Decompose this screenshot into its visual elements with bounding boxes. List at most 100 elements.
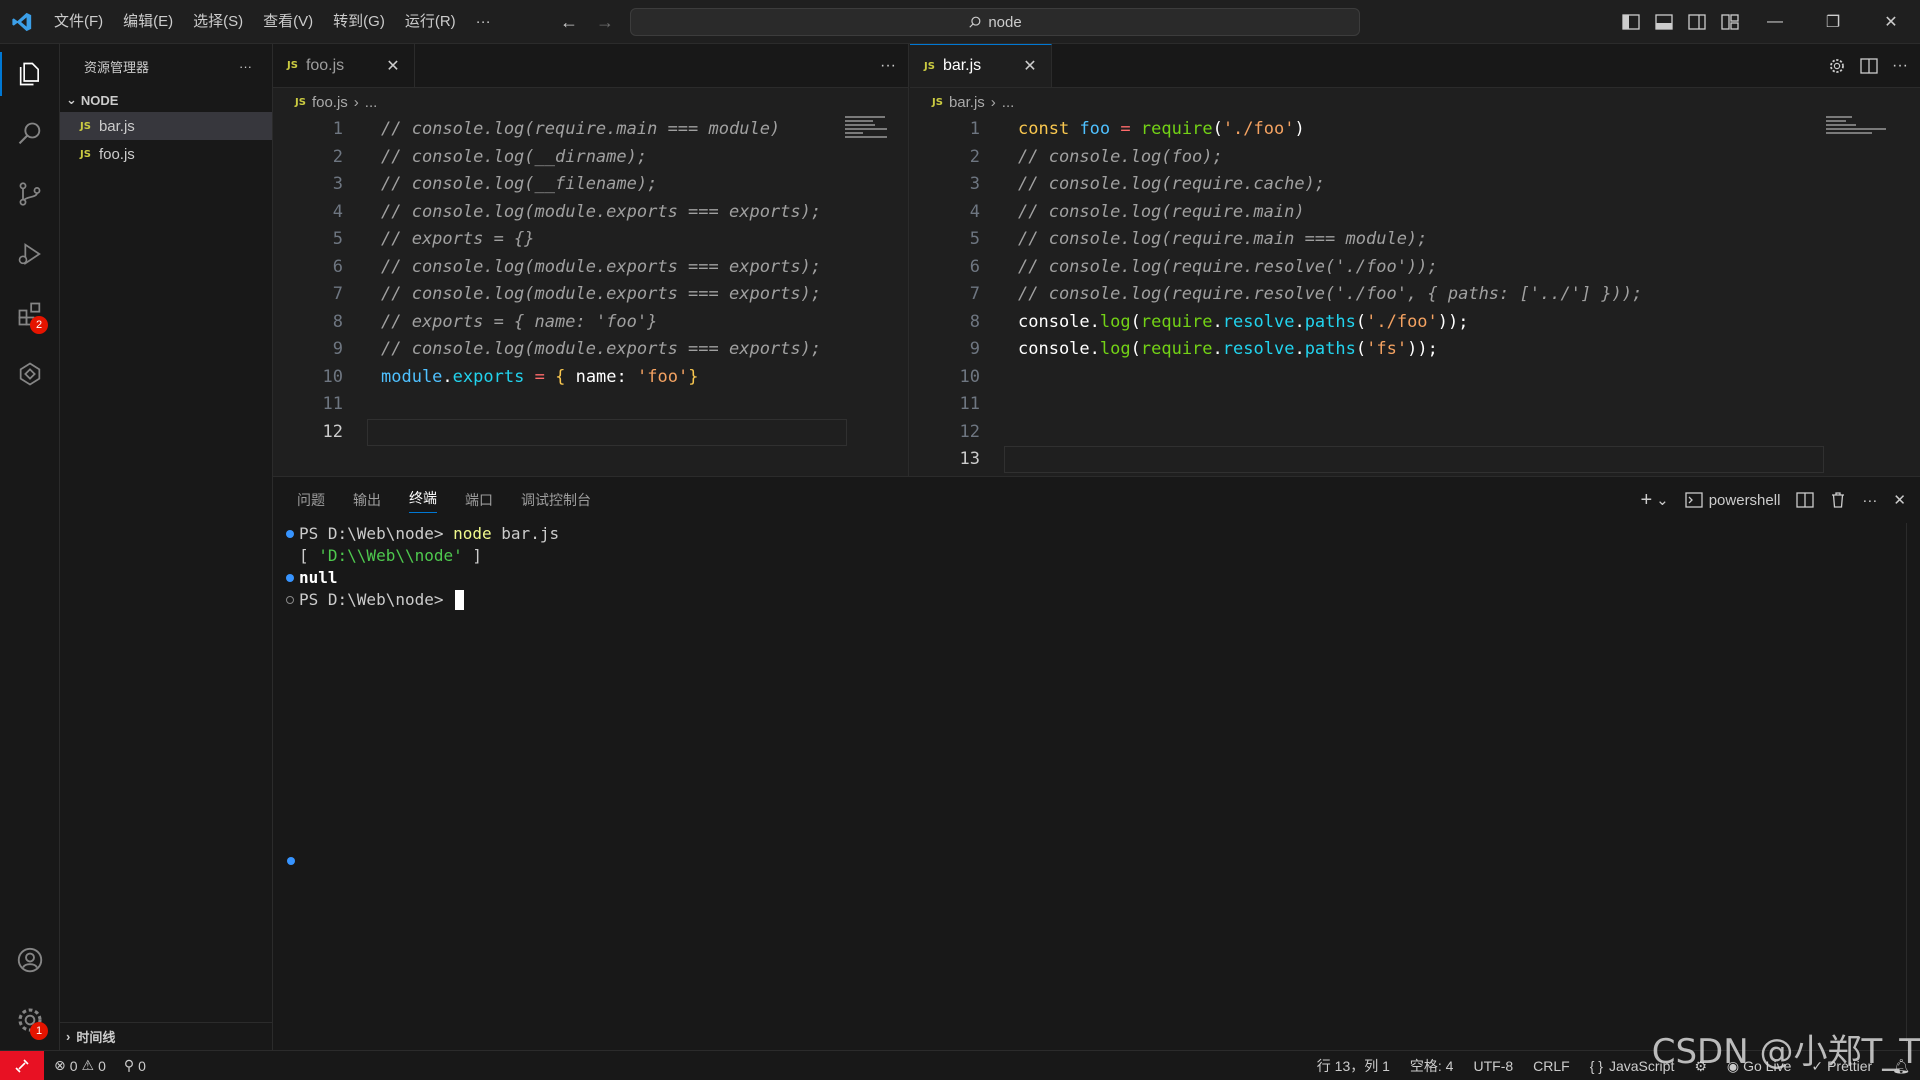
breadcrumb-more[interactable]: ...	[1002, 94, 1015, 111]
settings-gear-icon[interactable]	[1828, 57, 1846, 75]
tab-ports[interactable]: 端口	[465, 490, 493, 510]
minimize-icon[interactable]: —	[1746, 0, 1804, 44]
new-terminal-plus-icon[interactable]: +	[1640, 489, 1652, 512]
code-text: // console.log(module.exports === export…	[381, 201, 822, 222]
sidebar-more-icon[interactable]: ···	[239, 59, 252, 74]
code-line[interactable]: 8 console.log(require.resolve.paths('./fo…	[910, 309, 1920, 337]
more-actions-icon[interactable]: ···	[1862, 492, 1877, 509]
search-icon[interactable]	[0, 104, 60, 164]
menu-more[interactable]: ···	[466, 0, 501, 44]
close-tab-icon[interactable]: ✕	[386, 56, 399, 76]
customize-layout-icon[interactable]	[1713, 0, 1746, 44]
menu-edit[interactable]: 编辑(E)	[113, 0, 183, 44]
close-panel-icon[interactable]: ✕	[1893, 491, 1906, 509]
code-line[interactable]: 4 // console.log(require.main)	[910, 199, 1920, 227]
manage-gear-icon[interactable]: 1	[0, 990, 60, 1050]
remote-explorer-icon[interactable]	[0, 344, 60, 404]
code-text: // console.log(foo);	[1018, 146, 1223, 167]
ports-indicator[interactable]: ⚲ 0	[124, 1057, 146, 1074]
more-actions-icon[interactable]: ···	[1892, 57, 1908, 75]
tab-label: foo.js	[305, 56, 345, 74]
minimap-left[interactable]	[845, 116, 893, 146]
line-number: 6	[332, 256, 343, 277]
indentation[interactable]: 空格: 4	[1410, 1056, 1454, 1076]
split-editor-icon[interactable]	[1860, 58, 1878, 74]
code-line[interactable]: 3 // console.log(require.cache);	[910, 171, 1920, 199]
tab-output[interactable]: 输出	[353, 490, 381, 510]
code-line[interactable]: 5 // console.log(require.main === module)…	[910, 226, 1920, 254]
back-arrow-icon[interactable]: ←	[560, 12, 578, 33]
tab-bar-js[interactable]: JS bar.js ✕	[910, 44, 1052, 87]
run-debug-icon[interactable]	[0, 224, 60, 284]
source-control-icon[interactable]	[0, 164, 60, 224]
tab-debug-console[interactable]: 调试控制台	[521, 490, 591, 510]
code-line[interactable]: 3 // console.log(__filename);	[273, 171, 908, 199]
breadcrumb-more[interactable]: ...	[365, 94, 378, 111]
code-line[interactable]: 11	[273, 391, 908, 419]
tab-foo-js[interactable]: JS foo.js ✕	[273, 44, 415, 87]
code-line[interactable]: 10	[910, 364, 1920, 392]
code-editor-left[interactable]: 1 // console.log(require.main === module)…	[273, 116, 908, 476]
menu-go[interactable]: 转到(G)	[323, 0, 395, 44]
code-line[interactable]: 10 module.exports = { name: 'foo'}	[273, 364, 908, 392]
code-line[interactable]: 6 // console.log(module.exports === expor…	[273, 254, 908, 282]
restore-icon[interactable]: ❐	[1804, 0, 1862, 44]
toggle-secondary-sidebar-icon[interactable]	[1680, 0, 1713, 44]
toggle-panel-icon[interactable]	[1647, 0, 1680, 44]
command-decoration-dot[interactable]	[281, 574, 299, 582]
terminal-shell-selector[interactable]: powershell	[1685, 492, 1780, 509]
code-line[interactable]: 11	[910, 391, 1920, 419]
remote-indicator-icon[interactable]	[0, 1050, 44, 1080]
code-line[interactable]: 9 // console.log(module.exports === expor…	[273, 336, 908, 364]
cursor-position[interactable]: 行 13，列 1	[1317, 1056, 1390, 1076]
code-line[interactable]: 1 const foo = require('./foo')	[910, 116, 1920, 144]
folder-node[interactable]: ⌄ NODE	[60, 88, 272, 112]
code-line[interactable]: 5 // exports = {}	[273, 226, 908, 254]
terminal-text: ]	[462, 546, 483, 565]
file-foo-js[interactable]: JS foo.js	[60, 140, 272, 168]
menu-selection[interactable]: 选择(S)	[183, 0, 253, 44]
code-line[interactable]: 6 // console.log(require.resolve('./foo')…	[910, 254, 1920, 282]
menu-run[interactable]: 运行(R)	[395, 0, 466, 44]
toggle-primary-sidebar-icon[interactable]	[1614, 0, 1647, 44]
close-window-icon[interactable]: ✕	[1862, 0, 1920, 44]
command-decoration-dot[interactable]	[281, 596, 299, 604]
code-line[interactable]: 2 // console.log(__dirname);	[273, 144, 908, 172]
code-line[interactable]: 7 // console.log(require.resolve('./foo',…	[910, 281, 1920, 309]
accounts-icon[interactable]	[0, 930, 60, 990]
tab-terminal[interactable]: 终端	[409, 488, 437, 513]
tab-problems[interactable]: 问题	[297, 490, 325, 510]
code-text: console.log(require.resolve.paths('./foo…	[1018, 311, 1469, 332]
code-line[interactable]: 4 // console.log(module.exports === expor…	[273, 199, 908, 227]
code-line[interactable]: 7 // console.log(module.exports === expor…	[273, 281, 908, 309]
menu-file[interactable]: 文件(F)	[44, 0, 113, 44]
command-center-search[interactable]: node	[630, 8, 1360, 36]
terminal-scrollbar[interactable]	[1906, 523, 1920, 1043]
chevron-down-icon[interactable]: ⌄	[1656, 491, 1669, 509]
more-actions-icon[interactable]: ···	[880, 57, 896, 75]
code-line[interactable]: 12	[910, 419, 1920, 447]
extensions-icon[interactable]: 2	[0, 284, 60, 344]
menu-view[interactable]: 查看(V)	[253, 0, 323, 44]
file-bar-js[interactable]: JS bar.js	[60, 112, 272, 140]
breadcrumb-file[interactable]: bar.js	[949, 94, 985, 111]
code-line[interactable]: 2 // console.log(foo);	[910, 144, 1920, 172]
split-terminal-icon[interactable]	[1796, 492, 1815, 508]
line-ending[interactable]: CRLF	[1533, 1058, 1570, 1074]
timeline-section[interactable]: › 时间线	[60, 1022, 272, 1050]
command-decoration-dot[interactable]	[281, 530, 299, 538]
code-line[interactable]: 8 // exports = { name: 'foo'}	[273, 309, 908, 337]
terminal-output[interactable]: PS D:\Web\node> node bar.js [ 'D:\\Web\\…	[273, 523, 1920, 611]
code-line[interactable]: 9 console.log(require.resolve.paths('fs')…	[910, 336, 1920, 364]
trash-icon[interactable]	[1830, 491, 1846, 509]
breadcrumb-file[interactable]: foo.js	[312, 94, 348, 111]
explorer-icon[interactable]	[0, 44, 60, 104]
forward-arrow-icon[interactable]: →	[596, 12, 614, 33]
problems-indicator[interactable]: ⊗ 0 ⚠ 0	[54, 1057, 106, 1074]
minimap-right[interactable]	[1826, 116, 1886, 146]
close-tab-icon[interactable]: ✕	[1023, 56, 1036, 76]
encoding[interactable]: UTF-8	[1473, 1058, 1513, 1074]
line-number: 7	[332, 284, 343, 304]
code-line[interactable]: 1 // console.log(require.main === module)	[273, 116, 908, 144]
code-editor-right[interactable]: 1 const foo = require('./foo') 2 // console…	[910, 116, 1920, 476]
